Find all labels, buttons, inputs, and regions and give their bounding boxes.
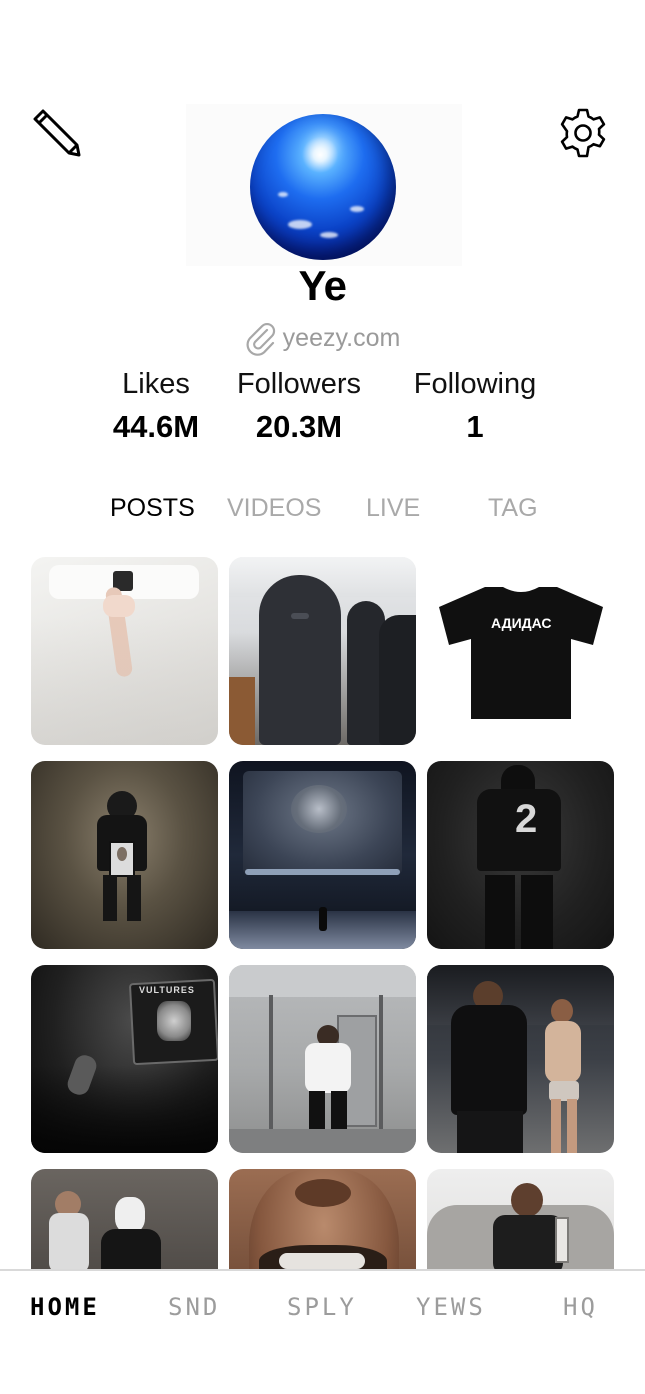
gear-icon	[560, 108, 606, 158]
post-thumbnail[interactable]: VULTURES	[31, 965, 218, 1153]
post-thumbnail[interactable]	[229, 965, 416, 1153]
following-value: 1	[466, 409, 484, 444]
posts-grid: АДИДАС 2 VULTURES	[31, 557, 614, 1270]
nav-home[interactable]: HOME	[30, 1293, 100, 1321]
banner-text: VULTURES	[139, 985, 195, 995]
following-label: Following	[413, 368, 537, 400]
followers-value: 20.3M	[255, 409, 343, 444]
jersey-number: 2	[515, 797, 538, 841]
nav-snd[interactable]: SND	[168, 1293, 220, 1321]
tshirt-graphic	[439, 587, 603, 719]
post-thumbnail[interactable]	[427, 1169, 614, 1270]
post-thumbnail[interactable]	[31, 557, 218, 745]
post-thumbnail[interactable]	[229, 761, 416, 949]
avatar[interactable]	[250, 114, 396, 260]
post-thumbnail[interactable]	[31, 1169, 218, 1270]
post-thumbnail[interactable]	[31, 761, 218, 949]
paperclip-icon	[246, 323, 275, 356]
following-stat[interactable]: Following 1	[385, 368, 565, 445]
nav-yews[interactable]: YEWS	[416, 1293, 486, 1321]
tab-videos[interactable]: VIDEOS	[227, 494, 321, 523]
followers-label: Followers	[236, 368, 362, 400]
post-thumbnail[interactable]	[427, 965, 614, 1153]
post-thumbnail[interactable]	[229, 1169, 416, 1270]
tshirt-text: АДИДАС	[491, 615, 552, 631]
content-tabs: POSTS VIDEOS LIVE TAG	[0, 494, 645, 528]
post-thumbnail[interactable]	[229, 557, 416, 745]
tab-tag[interactable]: TAG	[488, 494, 538, 523]
profile-name: Ye	[298, 262, 347, 309]
followers-stat[interactable]: Followers 20.3M	[209, 368, 389, 445]
nav-hq[interactable]: HQ	[563, 1293, 598, 1321]
post-thumbnail[interactable]: 2	[427, 761, 614, 949]
pencil-icon	[33, 109, 81, 157]
website-link-text[interactable]: yeezy.com	[283, 324, 401, 353]
tab-posts[interactable]: POSTS	[110, 494, 195, 523]
bottom-nav: HOME SND SPLY YEWS HQ	[0, 1271, 645, 1394]
website-link[interactable]: yeezy.com	[0, 320, 645, 356]
edit-profile-button[interactable]	[28, 104, 84, 160]
tab-live[interactable]: LIVE	[366, 494, 420, 523]
nav-sply[interactable]: SPLY	[287, 1293, 357, 1321]
settings-button[interactable]	[556, 106, 610, 160]
post-thumbnail[interactable]: АДИДАС	[427, 557, 614, 745]
